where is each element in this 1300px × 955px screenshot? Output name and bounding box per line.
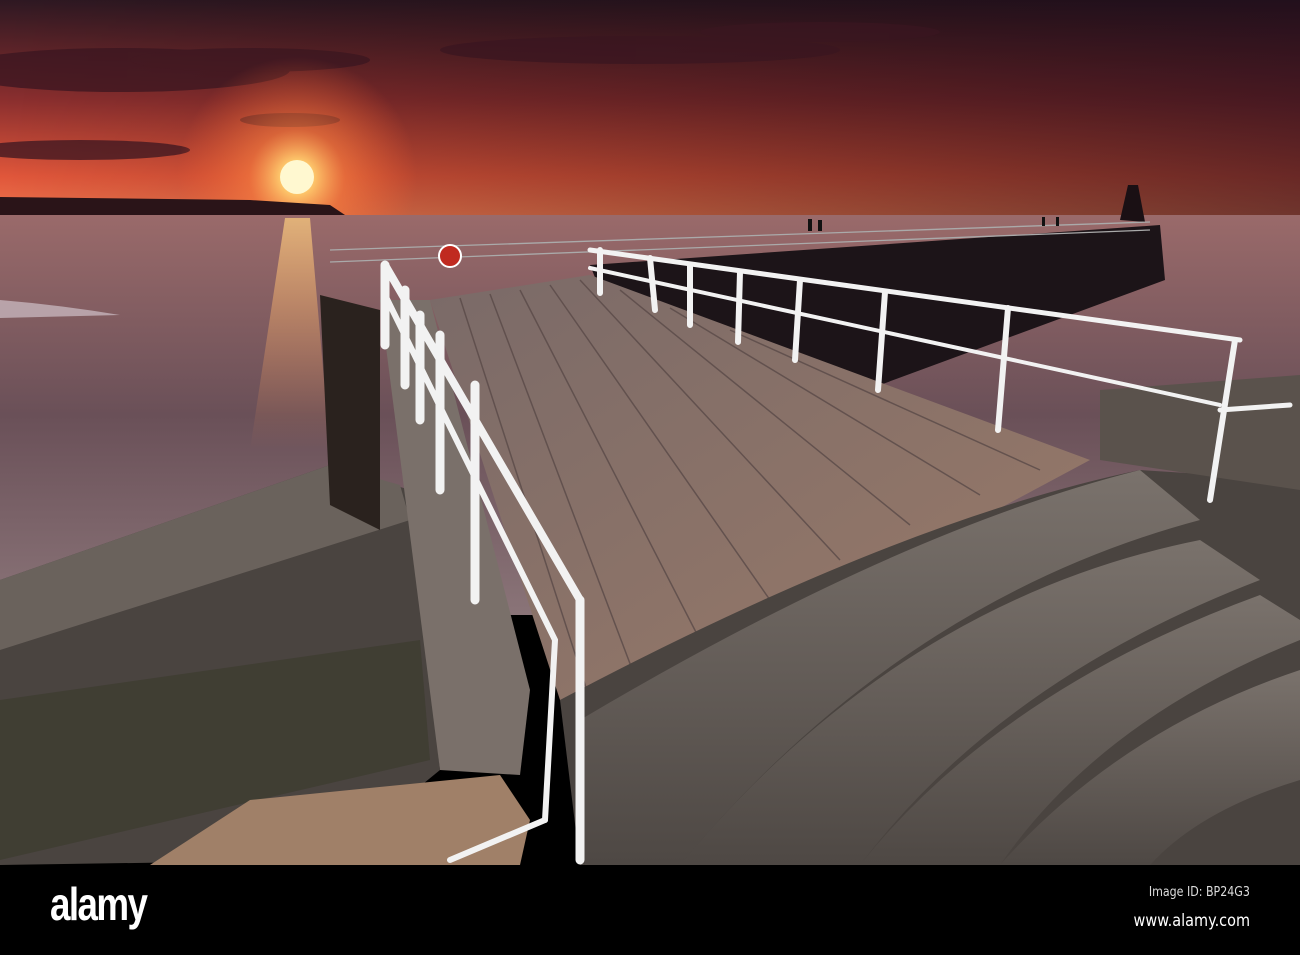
- pier-sunset-scene: [0, 0, 1300, 865]
- site-url: www.alamy.com: [1133, 911, 1250, 931]
- photo: alamy Image ID: BP24G3 www.alamy.com: [0, 0, 1300, 955]
- alamy-logo: alamy: [50, 878, 148, 930]
- sun: [280, 160, 314, 194]
- watermark-bar: alamy Image ID: BP24G3 www.alamy.com: [0, 865, 1300, 955]
- image-id: Image ID: BP24G3: [1148, 885, 1250, 900]
- lifebuoy: [438, 244, 462, 268]
